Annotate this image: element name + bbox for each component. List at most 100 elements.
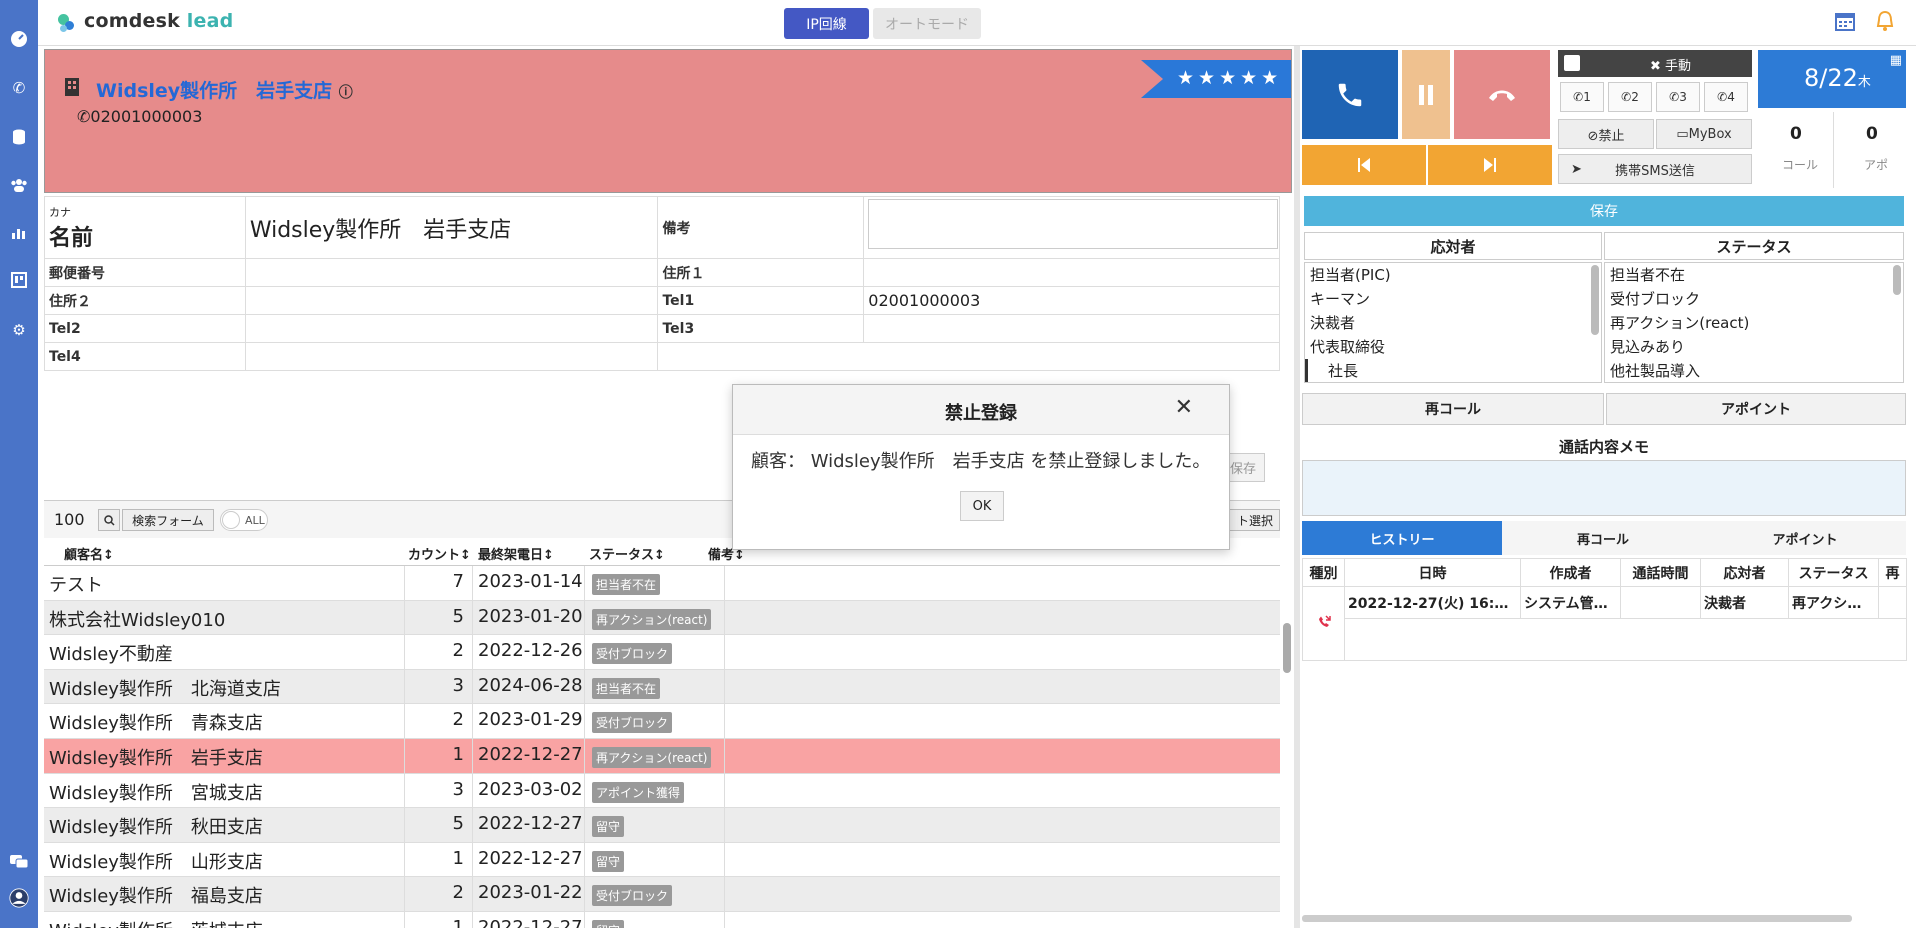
status-option[interactable]: 再アクション(react): [1605, 311, 1903, 335]
address1-field[interactable]: [863, 258, 1280, 287]
status-option[interactable]: 受付ブロック: [1605, 287, 1903, 311]
sms-button[interactable]: ➤ 携帯SMS送信: [1558, 154, 1752, 184]
tel1-field[interactable]: 02001000003: [863, 286, 1280, 315]
panel-divider[interactable]: [1294, 46, 1300, 928]
ip-line-button[interactable]: IP回線: [784, 8, 869, 39]
dialog-title: 禁止登録: [945, 403, 1017, 424]
customer-phone[interactable]: ✆02001000003: [77, 107, 202, 126]
address2-field[interactable]: [244, 286, 659, 315]
table-row[interactable]: Widsley製作所 北海道支店 3 2024-06-28 担当者不在: [44, 669, 1280, 705]
bell-icon[interactable]: [1874, 10, 1900, 36]
pause-button[interactable]: [1402, 50, 1450, 139]
users-icon[interactable]: [9, 175, 29, 195]
table-row[interactable]: Widsley製作所 宮城支店 3 2023-03-02 アポイント獲得: [44, 773, 1280, 809]
memo-textarea[interactable]: [1302, 460, 1906, 516]
brand-logo: comdesk lead: [84, 10, 234, 32]
manual-checkbox[interactable]: [1564, 55, 1580, 71]
mybox-button[interactable]: ▭ MyBox: [1656, 119, 1752, 149]
status-header: ステータス: [1604, 232, 1904, 260]
star-rating[interactable]: ★★★★★: [1177, 67, 1282, 89]
address2-label: 住所２: [44, 286, 246, 315]
list-scrollbar[interactable]: [1283, 623, 1291, 673]
responder-option[interactable]: 代表取締役: [1305, 335, 1601, 359]
database-icon[interactable]: [9, 127, 29, 147]
save-button[interactable]: 保存: [1304, 196, 1904, 226]
manual-mode-bar[interactable]: ✖ 手動: [1558, 50, 1752, 77]
close-icon[interactable]: ✕: [1175, 395, 1193, 420]
previous-button[interactable]: [1302, 145, 1426, 185]
calendar-icon[interactable]: [1834, 10, 1860, 36]
table-row[interactable]: 株式会社Widsley010 5 2023-01-20 再アクション(react): [44, 600, 1280, 636]
tel3-field[interactable]: [863, 314, 1280, 343]
remarks-textarea[interactable]: [868, 199, 1278, 249]
row-count: 2: [452, 640, 464, 662]
status-option[interactable]: 他社製品導入: [1605, 359, 1903, 382]
line-4-button[interactable]: ✆ 4: [1704, 82, 1748, 112]
all-toggle[interactable]: ALL: [220, 509, 268, 531]
recall-button[interactable]: 再コール: [1302, 393, 1604, 425]
postal-field[interactable]: [244, 258, 659, 287]
status-option[interactable]: 担当者不在: [1605, 263, 1903, 287]
table-row[interactable]: Widsley製作所 福島支店 2 2023-01-22 受付ブロック: [44, 877, 1280, 912]
chat-icon[interactable]: [9, 852, 29, 872]
auto-mode-button[interactable]: オートモード: [873, 8, 981, 39]
col-status-header[interactable]: ステータス↕: [589, 544, 665, 563]
hangup-button[interactable]: [1454, 50, 1550, 139]
settings-gear-icon[interactable]: ⚙: [9, 320, 29, 340]
status-scrollbar[interactable]: [1893, 265, 1901, 295]
ban-button[interactable]: ⊘禁止: [1558, 119, 1654, 149]
line-2-button[interactable]: ✆ 2: [1608, 82, 1652, 112]
list-select-button[interactable]: ト選択: [1222, 509, 1280, 531]
appoint-button[interactable]: アポイント: [1606, 393, 1906, 425]
tab-appoint[interactable]: アポイント: [1704, 521, 1906, 555]
table-row[interactable]: Widsley不動産 2 2022-12-26 受付ブロック: [44, 635, 1280, 670]
responder-scrollbar[interactable]: [1591, 265, 1599, 335]
col-count-header[interactable]: カウント↕: [408, 544, 471, 563]
board-icon[interactable]: [9, 270, 29, 290]
responder-list[interactable]: 担当者(PIC) キーマン 決裁者 代表取締役 社長: [1304, 262, 1602, 383]
responder-option[interactable]: キーマン: [1305, 287, 1601, 311]
col-date-header[interactable]: 最終架電日↕: [478, 544, 554, 563]
info-icon[interactable]: ⓘ: [339, 85, 353, 101]
table-row[interactable]: Widsley製作所 茨城支店 1 2022-12-27 留守: [44, 912, 1280, 928]
phone-icon[interactable]: ✆: [9, 78, 29, 98]
row-date: 2023-01-20: [478, 605, 583, 627]
col-divider: [724, 635, 725, 669]
search-form-button[interactable]: 検索フォーム: [122, 509, 214, 531]
tab-recall[interactable]: 再コール: [1502, 521, 1704, 555]
col-divider: [472, 842, 473, 877]
customer-name[interactable]: Widsley製作所 岩手支店 ⓘ: [96, 76, 353, 103]
table-row[interactable]: テスト 7 2023-01-14 担当者不在: [44, 566, 1280, 601]
next-button[interactable]: [1428, 145, 1552, 185]
status-list[interactable]: 担当者不在 受付ブロック 再アクション(react) 見込みあり 他社製品導入: [1604, 262, 1904, 383]
table-row[interactable]: Widsley製作所 青森支店 2 2023-01-29 受付ブロック: [44, 704, 1280, 739]
dashboard-icon[interactable]: [9, 29, 29, 49]
rating-ribbon[interactable]: ★★★★★: [1141, 60, 1291, 98]
history-hscrollbar[interactable]: [1302, 915, 1852, 922]
name-field[interactable]: Widsley製作所 岩手支店: [244, 196, 659, 259]
tel2-field[interactable]: [244, 314, 659, 343]
col-name-header[interactable]: 顧客名↕: [64, 544, 114, 563]
line-3-button[interactable]: ✆ 3: [1656, 82, 1700, 112]
chart-icon[interactable]: [9, 223, 29, 243]
responder-option[interactable]: 決裁者: [1305, 311, 1601, 335]
row-date: 2023-01-22: [478, 882, 583, 904]
responder-option[interactable]: 社長: [1305, 359, 1601, 382]
user-avatar-icon[interactable]: [9, 888, 29, 908]
mini-calendar-icon[interactable]: ▦: [1890, 53, 1902, 68]
table-row[interactable]: Widsley製作所 秋田支店 5 2022-12-27 留守: [44, 808, 1280, 843]
ok-button[interactable]: OK: [960, 491, 1004, 521]
hist-status: 再アクション(react): [1788, 586, 1879, 619]
call-button[interactable]: [1302, 50, 1398, 139]
tab-history[interactable]: ヒストリー: [1302, 521, 1502, 555]
customer-list: テスト 7 2023-01-14 担当者不在 株式会社Widsley010 5 2023-0…: [44, 566, 1280, 928]
row-date: 2022-12-27: [478, 847, 583, 869]
search-icon[interactable]: [98, 509, 120, 531]
table-row[interactable]: Widsley製作所 岩手支店 1 2022-12-27 再アクション(react): [44, 739, 1280, 774]
line-1-button[interactable]: ✆ 1: [1560, 82, 1604, 112]
tel4-field[interactable]: [244, 342, 659, 371]
history-row[interactable]: 2022-12-27(火) 16:44:17 システム管理者 決裁者 再アクショ…: [1302, 586, 1907, 661]
responder-option[interactable]: 担当者(PIC): [1305, 263, 1601, 287]
table-row[interactable]: Widsley製作所 山形支店 1 2022-12-27 留守: [44, 842, 1280, 878]
status-option[interactable]: 見込みあり: [1605, 335, 1903, 359]
